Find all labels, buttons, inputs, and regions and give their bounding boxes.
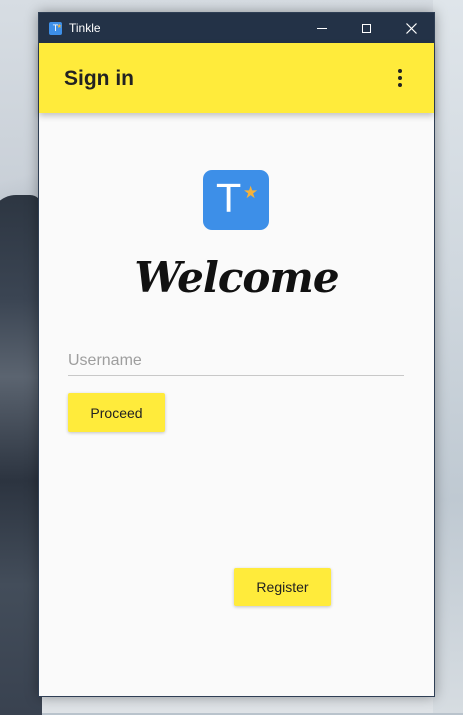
app-icon: T ★ xyxy=(49,21,62,35)
more-vert-icon-dot xyxy=(398,83,402,87)
minimize-icon xyxy=(316,27,327,29)
star-icon: ★ xyxy=(243,183,259,202)
minimize-button[interactable] xyxy=(299,13,344,43)
star-icon: ★ xyxy=(56,23,62,30)
more-vert-icon-dot xyxy=(398,76,402,80)
maximize-icon xyxy=(362,23,371,33)
more-vert-icon xyxy=(398,69,402,73)
overflow-menu-button[interactable] xyxy=(388,63,412,93)
title-bar[interactable]: T ★ Tinkle xyxy=(39,13,434,43)
app-window: T ★ Tinkle Sign in T ★ Welcome Username … xyxy=(38,12,435,697)
background-scenery xyxy=(433,0,463,713)
background-figure xyxy=(0,195,42,715)
logo-letter: T xyxy=(217,177,241,221)
maximize-button[interactable] xyxy=(344,13,389,43)
register-button[interactable]: Register xyxy=(234,568,331,606)
window-title: Tinkle xyxy=(69,21,101,35)
proceed-button[interactable]: Proceed xyxy=(68,393,165,432)
close-icon xyxy=(406,22,417,34)
sign-in-content: T ★ Welcome Proceed Register xyxy=(39,113,434,696)
close-button[interactable] xyxy=(389,13,434,43)
window-controls xyxy=(299,13,434,43)
app-bar: Sign in xyxy=(39,43,434,113)
page-title: Sign in xyxy=(64,67,134,90)
app-logo: T ★ xyxy=(203,170,269,230)
username-input[interactable] xyxy=(68,346,404,376)
welcome-heading: Welcome xyxy=(134,253,339,302)
